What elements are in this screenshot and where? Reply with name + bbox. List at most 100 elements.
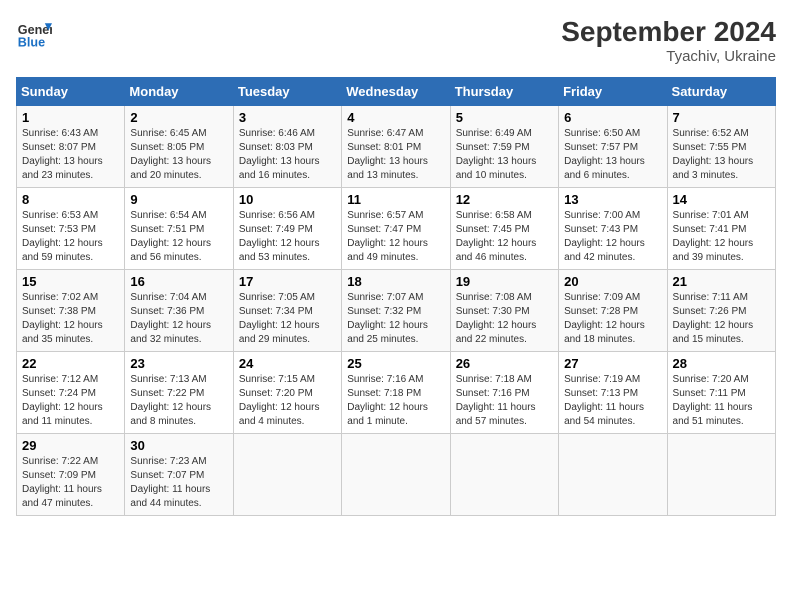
day-cell-5: 5 Sunrise: 6:49 AMSunset: 7:59 PMDaylight…	[450, 106, 558, 188]
day-number: 15	[22, 274, 119, 289]
day-detail: Sunrise: 7:15 AMSunset: 7:20 PMDaylight:…	[239, 373, 336, 429]
day-cell-14: 14Sunrise: 7:01 AMSunset: 7:41 PMDayligh…	[667, 188, 775, 270]
day-detail: Sunrise: 6:53 AMSunset: 7:53 PMDaylight:…	[22, 209, 119, 265]
day-cell-7: 7Sunrise: 6:52 AMSunset: 7:55 PMDaylight…	[667, 106, 775, 188]
day-cell-11: 11 Sunrise: 6:57 AMSunset: 7:47 PMDayligh…	[342, 188, 450, 270]
day-number: 11	[347, 192, 444, 207]
day-detail: Sunrise: 6:46 AMSunset: 8:03 PMDaylight:…	[239, 127, 336, 183]
empty-cell	[342, 434, 450, 516]
day-number: 27	[564, 356, 661, 371]
day-number: 29	[22, 438, 119, 453]
day-detail: Sunrise: 6:49 AMSunset: 7:59 PMDaylight:…	[456, 127, 553, 183]
day-cell-9: 9 Sunrise: 6:54 AMSunset: 7:51 PMDaylight…	[125, 188, 233, 270]
svg-text:Blue: Blue	[18, 36, 45, 50]
day-cell-2: 2 Sunrise: 6:45 AMSunset: 8:05 PMDaylight…	[125, 106, 233, 188]
day-cell-29: 29 Sunrise: 7:22 AMSunset: 7:09 PMDayligh…	[17, 434, 125, 516]
col-tuesday: Tuesday	[233, 78, 341, 106]
logo-icon: General Blue	[16, 16, 52, 52]
calendar-table: Sunday Monday Tuesday Wednesday Thursday…	[16, 77, 776, 516]
day-cell-21: 21 Sunrise: 7:11 AMSunset: 7:26 PMDayligh…	[667, 270, 775, 352]
day-detail: Sunrise: 7:16 AMSunset: 7:18 PMDaylight:…	[347, 373, 444, 429]
day-detail: Sunrise: 6:43 AMSunset: 8:07 PMDaylight:…	[22, 127, 119, 183]
day-number: 26	[456, 356, 553, 371]
col-thursday: Thursday	[450, 78, 558, 106]
day-number: 25	[347, 356, 444, 371]
empty-cell	[667, 434, 775, 516]
col-monday: Monday	[125, 78, 233, 106]
day-detail: Sunrise: 7:05 AMSunset: 7:34 PMDaylight:…	[239, 291, 336, 347]
day-detail: Sunrise: 7:11 AMSunset: 7:26 PMDaylight:…	[673, 291, 770, 347]
day-cell-23: 23Sunrise: 7:13 AMSunset: 7:22 PMDayligh…	[125, 352, 233, 434]
day-number: 21	[673, 274, 770, 289]
day-detail: Sunrise: 6:47 AMSunset: 8:01 PMDaylight:…	[347, 127, 444, 183]
empty-cell	[559, 434, 667, 516]
day-cell-26: 26 Sunrise: 7:18 AMSunset: 7:16 PMDayligh…	[450, 352, 558, 434]
day-number: 5	[456, 110, 553, 125]
day-cell-20: 20 Sunrise: 7:09 AMSunset: 7:28 PMDayligh…	[559, 270, 667, 352]
day-cell-18: 18 Sunrise: 7:07 AMSunset: 7:32 PMDayligh…	[342, 270, 450, 352]
col-friday: Friday	[559, 78, 667, 106]
day-detail: Sunrise: 7:13 AMSunset: 7:22 PMDaylight:…	[130, 373, 227, 429]
day-detail: Sunrise: 7:09 AMSunset: 7:28 PMDaylight:…	[564, 291, 661, 347]
col-saturday: Saturday	[667, 78, 775, 106]
day-number: 18	[347, 274, 444, 289]
day-cell-30: 30 Sunrise: 7:23 AMSunset: 7:07 PMDayligh…	[125, 434, 233, 516]
day-detail: Sunrise: 7:20 AMSunset: 7:11 PMDaylight:…	[673, 373, 770, 429]
day-cell-28: 28 Sunrise: 7:20 AMSunset: 7:11 PMDayligh…	[667, 352, 775, 434]
day-detail: Sunrise: 7:22 AMSunset: 7:09 PMDaylight:…	[22, 455, 119, 511]
day-detail: Sunrise: 7:19 AMSunset: 7:13 PMDaylight:…	[564, 373, 661, 429]
day-number: 20	[564, 274, 661, 289]
day-number: 24	[239, 356, 336, 371]
col-wednesday: Wednesday	[342, 78, 450, 106]
day-cell-8: 8Sunrise: 6:53 AMSunset: 7:53 PMDaylight…	[17, 188, 125, 270]
day-number: 9	[130, 192, 227, 207]
day-detail: Sunrise: 6:58 AMSunset: 7:45 PMDaylight:…	[456, 209, 553, 265]
empty-cell	[233, 434, 341, 516]
day-number: 3	[239, 110, 336, 125]
day-cell-1: 1Sunrise: 6:43 AMSunset: 8:07 PMDaylight…	[17, 106, 125, 188]
day-detail: Sunrise: 7:01 AMSunset: 7:41 PMDaylight:…	[673, 209, 770, 265]
day-detail: Sunrise: 6:45 AMSunset: 8:05 PMDaylight:…	[130, 127, 227, 183]
col-sunday: Sunday	[17, 78, 125, 106]
calendar-week-3: 15 Sunrise: 7:02 AMSunset: 7:38 PMDayligh…	[17, 270, 776, 352]
calendar-week-4: 22Sunrise: 7:12 AMSunset: 7:24 PMDayligh…	[17, 352, 776, 434]
day-cell-27: 27 Sunrise: 7:19 AMSunset: 7:13 PMDayligh…	[559, 352, 667, 434]
day-cell-17: 17Sunrise: 7:05 AMSunset: 7:34 PMDayligh…	[233, 270, 341, 352]
day-detail: Sunrise: 7:04 AMSunset: 7:36 PMDaylight:…	[130, 291, 227, 347]
day-detail: Sunrise: 6:54 AMSunset: 7:51 PMDaylight:…	[130, 209, 227, 265]
day-number: 30	[130, 438, 227, 453]
day-detail: Sunrise: 7:23 AMSunset: 7:07 PMDaylight:…	[130, 455, 227, 511]
day-detail: Sunrise: 6:57 AMSunset: 7:47 PMDaylight:…	[347, 209, 444, 265]
day-number: 7	[673, 110, 770, 125]
day-detail: Sunrise: 7:18 AMSunset: 7:16 PMDaylight:…	[456, 373, 553, 429]
day-number: 12	[456, 192, 553, 207]
day-number: 28	[673, 356, 770, 371]
day-cell-3: 3 Sunrise: 6:46 AMSunset: 8:03 PMDaylight…	[233, 106, 341, 188]
day-cell-22: 22Sunrise: 7:12 AMSunset: 7:24 PMDayligh…	[17, 352, 125, 434]
weekday-header-row: Sunday Monday Tuesday Wednesday Thursday…	[17, 78, 776, 106]
day-detail: Sunrise: 7:00 AMSunset: 7:43 PMDaylight:…	[564, 209, 661, 265]
day-cell-24: 24 Sunrise: 7:15 AMSunset: 7:20 PMDayligh…	[233, 352, 341, 434]
day-number: 4	[347, 110, 444, 125]
day-number: 2	[130, 110, 227, 125]
calendar-week-2: 8Sunrise: 6:53 AMSunset: 7:53 PMDaylight…	[17, 188, 776, 270]
empty-cell	[450, 434, 558, 516]
day-detail: Sunrise: 6:56 AMSunset: 7:49 PMDaylight:…	[239, 209, 336, 265]
day-detail: Sunrise: 6:50 AMSunset: 7:57 PMDaylight:…	[564, 127, 661, 183]
logo: General Blue	[16, 16, 52, 52]
month-year-title: September 2024	[561, 16, 776, 48]
day-cell-10: 10 Sunrise: 6:56 AMSunset: 7:49 PMDayligh…	[233, 188, 341, 270]
day-detail: Sunrise: 7:12 AMSunset: 7:24 PMDaylight:…	[22, 373, 119, 429]
page-header: General Blue September 2024 Tyachiv, Ukr…	[16, 16, 776, 65]
day-number: 16	[130, 274, 227, 289]
day-detail: Sunrise: 7:02 AMSunset: 7:38 PMDaylight:…	[22, 291, 119, 347]
day-cell-16: 16 Sunrise: 7:04 AMSunset: 7:36 PMDayligh…	[125, 270, 233, 352]
day-number: 10	[239, 192, 336, 207]
day-number: 19	[456, 274, 553, 289]
day-cell-13: 13Sunrise: 7:00 AMSunset: 7:43 PMDayligh…	[559, 188, 667, 270]
location-subtitle: Tyachiv, Ukraine	[561, 48, 776, 65]
day-detail: Sunrise: 7:07 AMSunset: 7:32 PMDaylight:…	[347, 291, 444, 347]
title-block: September 2024 Tyachiv, Ukraine	[561, 16, 776, 65]
day-cell-12: 12 Sunrise: 6:58 AMSunset: 7:45 PMDayligh…	[450, 188, 558, 270]
day-detail: Sunrise: 7:08 AMSunset: 7:30 PMDaylight:…	[456, 291, 553, 347]
